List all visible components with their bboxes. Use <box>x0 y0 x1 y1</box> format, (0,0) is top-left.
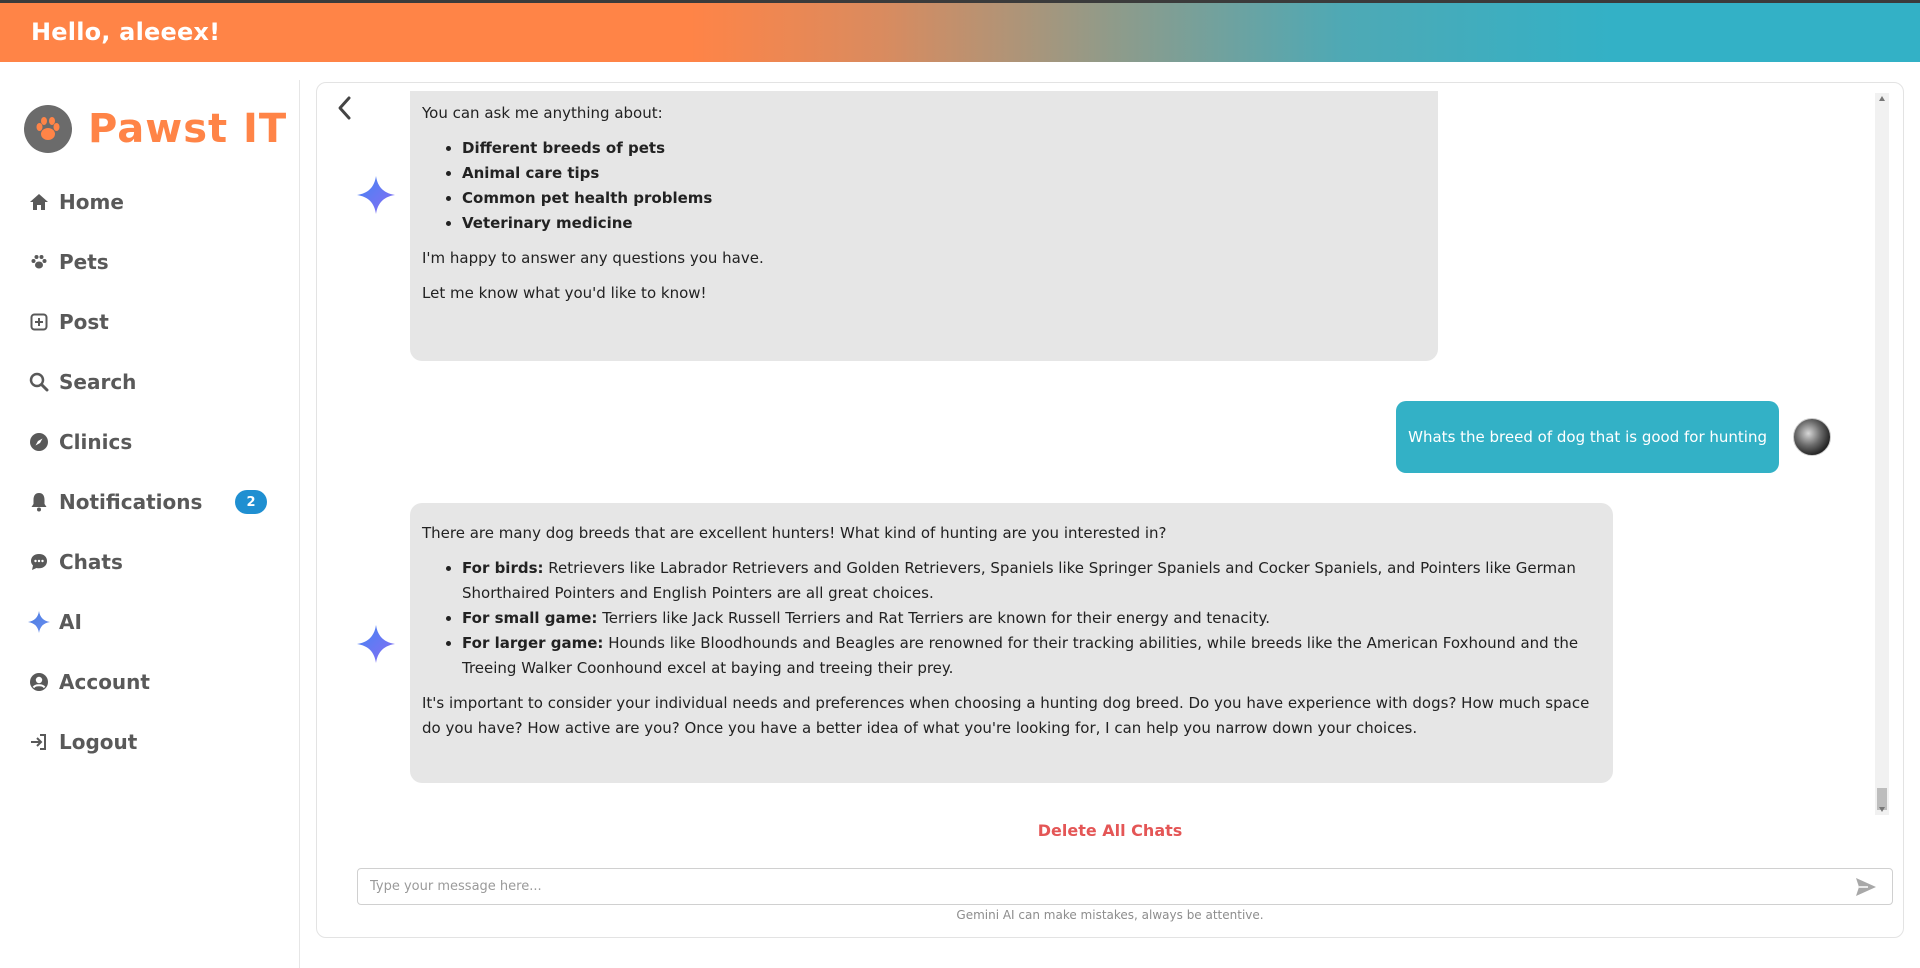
sidebar-item-notifications[interactable]: Notifications 2 <box>28 472 278 532</box>
sidebar-item-label: AI <box>59 610 82 634</box>
list-item: Animal care tips <box>462 161 1424 186</box>
sidebar-item-label: Account <box>59 670 150 694</box>
user-avatar <box>1793 418 1831 456</box>
sidebar-item-logout[interactable]: Logout <box>28 712 278 772</box>
sidebar-item-label: Pets <box>59 250 109 274</box>
scroll-up-arrow-icon[interactable] <box>1878 95 1886 103</box>
ai-disclaimer: Gemini AI can make mistakes, always be a… <box>956 908 1264 922</box>
sidebar-item-label: Home <box>59 190 124 214</box>
sidebar-item-label: Logout <box>59 730 138 754</box>
user-circle-icon <box>28 671 50 693</box>
list-item: Common pet health problems <box>462 186 1424 211</box>
top-header: Hello, aleeex! <box>0 3 1920 62</box>
user-message-text: Whats the breed of dog that is good for … <box>1408 428 1767 446</box>
sidebar-item-label: Search <box>59 370 137 394</box>
ai-message-list: Different breeds of pets Animal care tip… <box>462 136 1424 236</box>
ai-message-list: For birds: Retrievers like Labrador Retr… <box>462 556 1599 681</box>
sidebar-item-account[interactable]: Account <box>28 652 278 712</box>
user-message: Whats the breed of dog that is good for … <box>1396 401 1779 473</box>
sidebar-item-pets[interactable]: Pets <box>28 232 278 292</box>
message-input[interactable] <box>358 869 1838 904</box>
ai-message-text: There are many dog breeds that are excel… <box>422 524 1167 542</box>
sidebar-nav: Home Pets Post Search Clinics Notificati… <box>28 172 278 772</box>
sidebar-item-label: Chats <box>59 550 123 574</box>
sidebar: Pawst IT Home Pets Post Search Clinics N… <box>0 80 300 968</box>
ai-message-text: You can ask me anything about: <box>422 104 663 122</box>
home-icon <box>28 191 50 213</box>
sidebar-item-label: Notifications <box>59 490 203 514</box>
chat-icon <box>28 551 50 573</box>
paw-logo-icon <box>24 105 72 153</box>
sidebar-item-chats[interactable]: Chats <box>28 532 278 592</box>
list-item: For small game: Terriers like Jack Russe… <box>462 606 1599 631</box>
ai-message-text: It's important to consider your individu… <box>422 694 1590 737</box>
notification-count-badge: 2 <box>235 490 267 514</box>
list-item: Different breeds of pets <box>462 136 1424 161</box>
compass-icon <box>28 431 50 453</box>
ai-message: You can ask me anything about: Different… <box>410 91 1438 361</box>
sidebar-item-search[interactable]: Search <box>28 352 278 412</box>
ai-message-text: I'm happy to answer any questions you ha… <box>422 249 764 267</box>
send-icon[interactable] <box>1854 875 1878 899</box>
sidebar-item-ai[interactable]: AI <box>28 592 278 652</box>
ai-message-text: Let me know what you'd like to know! <box>422 284 707 302</box>
delete-all-chats-button[interactable]: Delete All Chats <box>317 821 1903 840</box>
sidebar-item-home[interactable]: Home <box>28 172 278 232</box>
search-icon <box>28 371 50 393</box>
greeting-text: Hello, aleeex! <box>31 18 221 46</box>
chat-messages[interactable]: You can ask me anything about: Different… <box>317 91 1877 821</box>
chat-panel: You can ask me anything about: Different… <box>316 82 1904 938</box>
scroll-down-arrow-icon[interactable] <box>1878 805 1886 813</box>
list-item: For birds: Retrievers like Labrador Retr… <box>462 556 1599 606</box>
sidebar-item-label: Clinics <box>59 430 133 454</box>
list-item: For larger game: Hounds like Bloodhounds… <box>462 631 1599 681</box>
logout-icon <box>28 731 50 753</box>
ai-message: There are many dog breeds that are excel… <box>410 503 1613 783</box>
list-item: Veterinary medicine <box>462 211 1424 236</box>
gemini-sparkle-icon <box>357 176 395 214</box>
chat-scrollbar[interactable] <box>1875 93 1889 815</box>
brand-name: Pawst IT <box>88 106 288 152</box>
sidebar-item-label: Post <box>59 310 109 334</box>
plus-square-icon <box>28 311 50 333</box>
paw-icon <box>28 251 50 273</box>
sidebar-item-post[interactable]: Post <box>28 292 278 352</box>
bell-icon <box>28 491 50 513</box>
sidebar-item-clinics[interactable]: Clinics <box>28 412 278 472</box>
message-input-box <box>357 868 1893 905</box>
sparkle-icon <box>28 611 50 633</box>
gemini-sparkle-icon <box>357 625 395 663</box>
brand-logo[interactable]: Pawst IT <box>24 104 287 154</box>
